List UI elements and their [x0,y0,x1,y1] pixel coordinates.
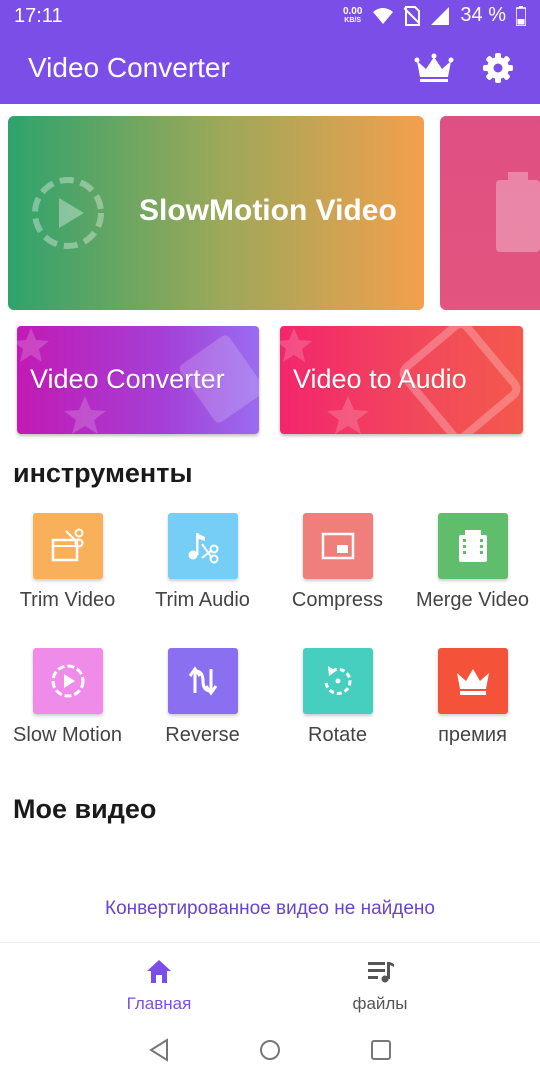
home-icon [147,960,171,983]
slowmotion-banner[interactable]: SlowMotion Video [8,116,424,310]
slow-motion-play-icon [32,177,104,249]
banner-title: SlowMotion Video [139,194,397,227]
tool-compress[interactable]: Compress [270,513,405,633]
next-banner[interactable] [440,116,540,310]
nav-files[interactable]: файлы [290,957,470,1014]
system-navigation [0,1022,540,1080]
status-indicators: 0.00 KB/S 34 % [343,4,526,27]
card-label: Video Converter [30,364,225,394]
tool-label: Compress [291,589,384,611]
empty-video-message: Конвертированное видео не найдено [105,898,435,919]
tool-label: Merge Video [415,589,530,611]
tool-reverse[interactable]: Reverse [135,648,270,768]
wifi-icon [373,7,394,24]
net-speed: 0.00 KB/S [342,5,363,25]
no-sim-icon [404,5,421,26]
tool-merge-video[interactable]: Merge Video [405,513,540,633]
files-icon [368,962,394,983]
signal-icon [431,6,450,25]
bottom-navigation: Главная файлы [0,942,540,1022]
crown-icon [438,648,508,714]
film-strip-icon [496,172,540,252]
tools-heading: инструменты [13,458,193,488]
trim-video-icon [33,513,103,579]
tool-label: Rotate [308,724,367,746]
rotate-icon [303,648,373,714]
tool-label: премия [438,724,507,746]
battery-percent: 34 % [460,4,506,26]
slow-motion-icon [33,648,103,714]
tool-premium[interactable]: премия [405,648,540,768]
net-speed-unit: KB/S [344,16,362,24]
tool-slow-motion[interactable]: Slow Motion [0,648,135,768]
nav-home-label: Главная [126,994,192,1013]
status-time: 17:11 [14,5,63,27]
status-bar: 17:11 0.00 KB/S 34 % [0,0,540,32]
tool-label: Trim Audio [155,589,250,611]
card-label: Video to Audio [293,364,467,394]
tool-label: Trim Video [19,589,116,611]
tool-trim-video[interactable]: Trim Video [0,513,135,633]
battery-icon [516,5,526,26]
my-video-heading: Мое видео [13,794,157,824]
compress-icon [303,513,373,579]
app-title: Video Converter [28,52,230,83]
merge-video-icon [438,513,508,579]
back-icon[interactable] [145,1036,173,1064]
crown-icon[interactable] [414,52,454,84]
nav-home[interactable]: Главная [69,957,249,1014]
tool-rotate[interactable]: Rotate [270,648,405,768]
trim-audio-icon [168,513,238,579]
net-speed-value: 0.00 [342,5,363,17]
reverse-icon [168,648,238,714]
tool-label: Reverse [165,724,240,746]
tool-label: Slow Motion [13,724,122,746]
recents-icon[interactable] [367,1036,395,1064]
home-circle-icon[interactable] [256,1036,284,1064]
app-bar: Video Converter [0,32,540,104]
nav-files-label: файлы [352,994,408,1013]
video-to-audio-card[interactable]: Video to Audio [280,326,523,434]
tool-trim-audio[interactable]: Trim Audio [135,513,270,633]
video-converter-card[interactable]: Video Converter [17,326,259,434]
gear-icon[interactable] [480,50,516,86]
